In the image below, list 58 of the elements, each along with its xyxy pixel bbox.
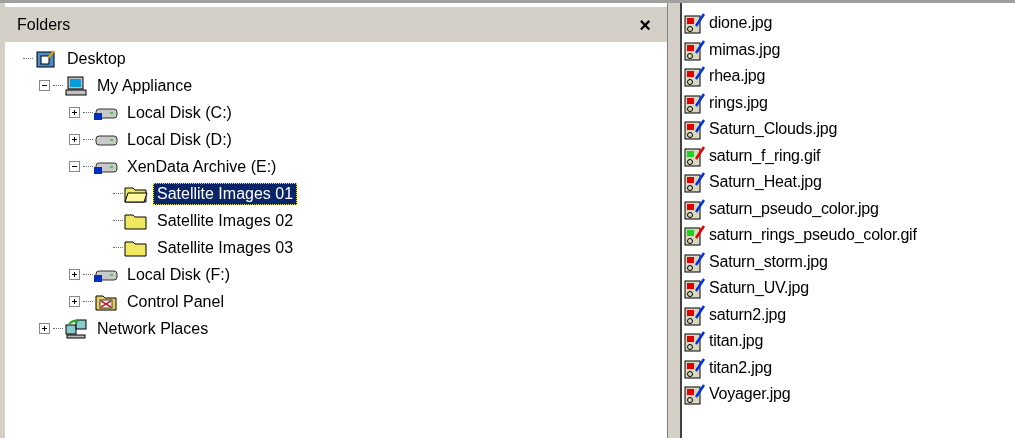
tree-item[interactable]: Network Places (93, 317, 213, 340)
image-file-icon (684, 250, 706, 273)
image-file-icon (684, 383, 706, 406)
tree-item[interactable]: Satellite Images 03 (153, 236, 298, 259)
image-file-icon (684, 12, 706, 35)
control-panel-icon (95, 292, 117, 311)
file-name[interactable]: mimas.jpg (709, 37, 781, 62)
open-folder-icon (124, 184, 148, 203)
file-name[interactable]: Voyager.jpg (709, 382, 791, 407)
image-file-icon (684, 356, 706, 379)
expand-icon[interactable] (69, 134, 80, 145)
tree-item[interactable]: XenData Archive (E:) (123, 155, 281, 178)
pane-splitter[interactable] (668, 3, 682, 438)
tree-item[interactable]: My Appliance (93, 74, 197, 97)
file-name[interactable]: Saturn_storm.jpg (709, 249, 828, 274)
image-file-icon (684, 330, 706, 353)
file-name[interactable]: titan.jpg (709, 329, 764, 354)
file-name[interactable]: Saturn_Clouds.jpg (709, 117, 838, 142)
image-file-icon (684, 144, 706, 167)
expand-icon[interactable] (39, 323, 50, 334)
collapse-icon[interactable] (39, 80, 50, 91)
folder-icon (124, 211, 148, 230)
image-file-icon (684, 224, 706, 247)
image-file-icon (684, 171, 706, 194)
tree-item[interactable]: Local Disk (F:) (123, 263, 235, 286)
desktop-icon (36, 48, 56, 69)
image-file-icon (684, 91, 706, 114)
tree-item[interactable]: Satellite Images 01 (153, 182, 298, 205)
tree-item[interactable]: Local Disk (D:) (123, 128, 236, 151)
tree-item[interactable]: Local Disk (C:) (123, 101, 236, 124)
tree-item[interactable]: Desktop (63, 47, 130, 70)
file-name[interactable]: saturn_pseudo_color.jpg (709, 196, 879, 221)
expand-icon[interactable] (69, 107, 80, 118)
pane-title: Folders (17, 14, 71, 35)
tree-item[interactable]: Control Panel (123, 290, 228, 313)
file-name[interactable]: saturn_f_ring.gif (709, 143, 821, 168)
image-file-icon (684, 65, 706, 88)
file-name[interactable]: rings.jpg (709, 90, 768, 115)
collapse-icon[interactable] (69, 161, 80, 172)
image-file-icon (684, 197, 706, 220)
file-name[interactable]: Saturn_UV.jpg (709, 276, 809, 301)
expand-icon[interactable] (69, 269, 80, 280)
file-name[interactable]: Saturn_Heat.jpg (709, 170, 822, 195)
file-name[interactable]: saturn_rings_pseudo_color.gif (709, 223, 917, 248)
image-file-icon (684, 277, 706, 300)
network-icon (65, 318, 87, 339)
file-name[interactable]: rhea.jpg (709, 64, 766, 89)
file-name[interactable]: saturn2.jpg (709, 302, 786, 327)
folder-icon (124, 238, 148, 257)
image-file-icon (684, 118, 706, 141)
image-file-icon (684, 38, 706, 61)
file-name[interactable]: titan2.jpg (709, 355, 772, 380)
close-button[interactable]: × (635, 14, 655, 35)
image-file-icon (684, 303, 706, 326)
tree-item[interactable]: Satellite Images 02 (153, 209, 298, 232)
computer-icon (65, 75, 87, 96)
expand-icon[interactable] (69, 296, 80, 307)
file-name[interactable]: dione.jpg (709, 11, 773, 36)
